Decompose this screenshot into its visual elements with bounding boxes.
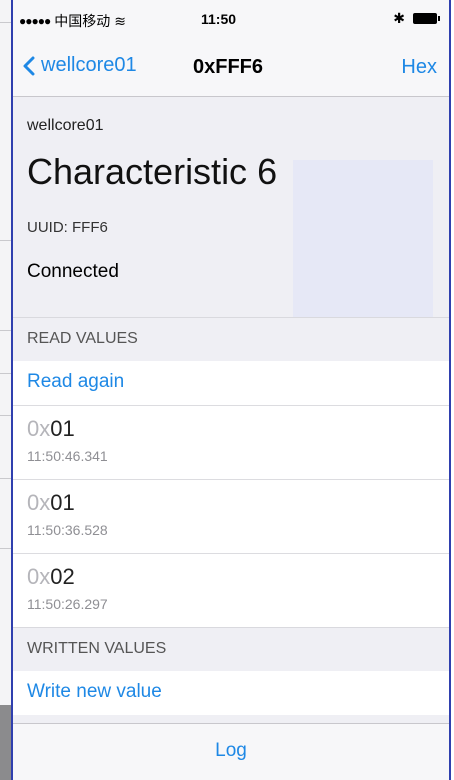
write-new-value-button[interactable]: Write new value bbox=[13, 671, 449, 715]
phone-screen: ●●●●● 中国移动 ≋ 11:50 ✱ wellcore01 0xFFF6 H… bbox=[11, 0, 451, 780]
read-timestamp: 11:50:26.297 bbox=[27, 596, 108, 612]
written-values-title: WRITTEN VALUES bbox=[27, 640, 167, 657]
background-window-strip bbox=[0, 0, 11, 780]
list-item[interactable]: 0x02 11:50:26.297 bbox=[13, 554, 449, 627]
read-value: 0x01 bbox=[27, 416, 75, 441]
signal-dots-icon: ●●●●● bbox=[19, 14, 51, 28]
characteristic-header: wellcore01 Characteristic 6 UUID: FFF6 C… bbox=[13, 97, 449, 320]
connection-status: Connected bbox=[27, 261, 119, 282]
bluetooth-icon: ✱ bbox=[393, 10, 405, 26]
read-again-button[interactable]: Read again bbox=[13, 361, 449, 406]
back-chevron-icon bbox=[23, 56, 35, 75]
list-item[interactable]: 0x01 11:50:46.341 bbox=[13, 406, 449, 480]
log-button[interactable]: Log bbox=[13, 740, 449, 762]
bottom-toolbar: Log bbox=[13, 723, 449, 780]
write-new-value-label: Write new value bbox=[27, 681, 162, 702]
written-values-list: Write new value bbox=[13, 671, 449, 715]
hex-toggle-button[interactable]: Hex bbox=[401, 56, 437, 79]
list-item[interactable]: 0x01 11:50:36.528 bbox=[13, 480, 449, 554]
device-name: wellcore01 bbox=[27, 117, 104, 134]
read-value: 0x02 bbox=[27, 564, 75, 589]
highlight-overlay bbox=[293, 160, 433, 320]
status-time: 11:50 bbox=[201, 11, 237, 27]
carrier-name: 中国移动 bbox=[54, 13, 111, 29]
read-timestamp: 11:50:46.341 bbox=[27, 448, 108, 464]
read-again-label: Read again bbox=[27, 371, 125, 392]
wifi-icon: ≋ bbox=[114, 12, 126, 29]
status-left: ●●●●● 中国移动 ≋ bbox=[19, 11, 126, 31]
status-bar: ●●●●● 中国移动 ≋ 11:50 ✱ bbox=[13, 0, 449, 40]
back-button-label: wellcore01 bbox=[41, 54, 137, 76]
read-values-title: READ VALUES bbox=[27, 330, 138, 347]
characteristic-title: Characteristic 6 bbox=[27, 151, 278, 192]
read-timestamp: 11:50:36.528 bbox=[27, 522, 108, 538]
battery-icon bbox=[413, 13, 440, 24]
back-button[interactable]: wellcore01 bbox=[23, 54, 137, 77]
nav-title: 0xFFF6 bbox=[193, 56, 264, 78]
read-value: 0x01 bbox=[27, 490, 75, 515]
status-right: ✱ bbox=[393, 10, 440, 27]
read-values-header: READ VALUES bbox=[13, 317, 449, 362]
uuid-label: UUID: FFF6 bbox=[27, 219, 108, 236]
read-values-list: Read again 0x01 11:50:46.341 0x01 11:50:… bbox=[13, 361, 449, 627]
navigation-bar: wellcore01 0xFFF6 Hex bbox=[13, 40, 449, 97]
written-values-header: WRITTEN VALUES bbox=[13, 627, 449, 672]
